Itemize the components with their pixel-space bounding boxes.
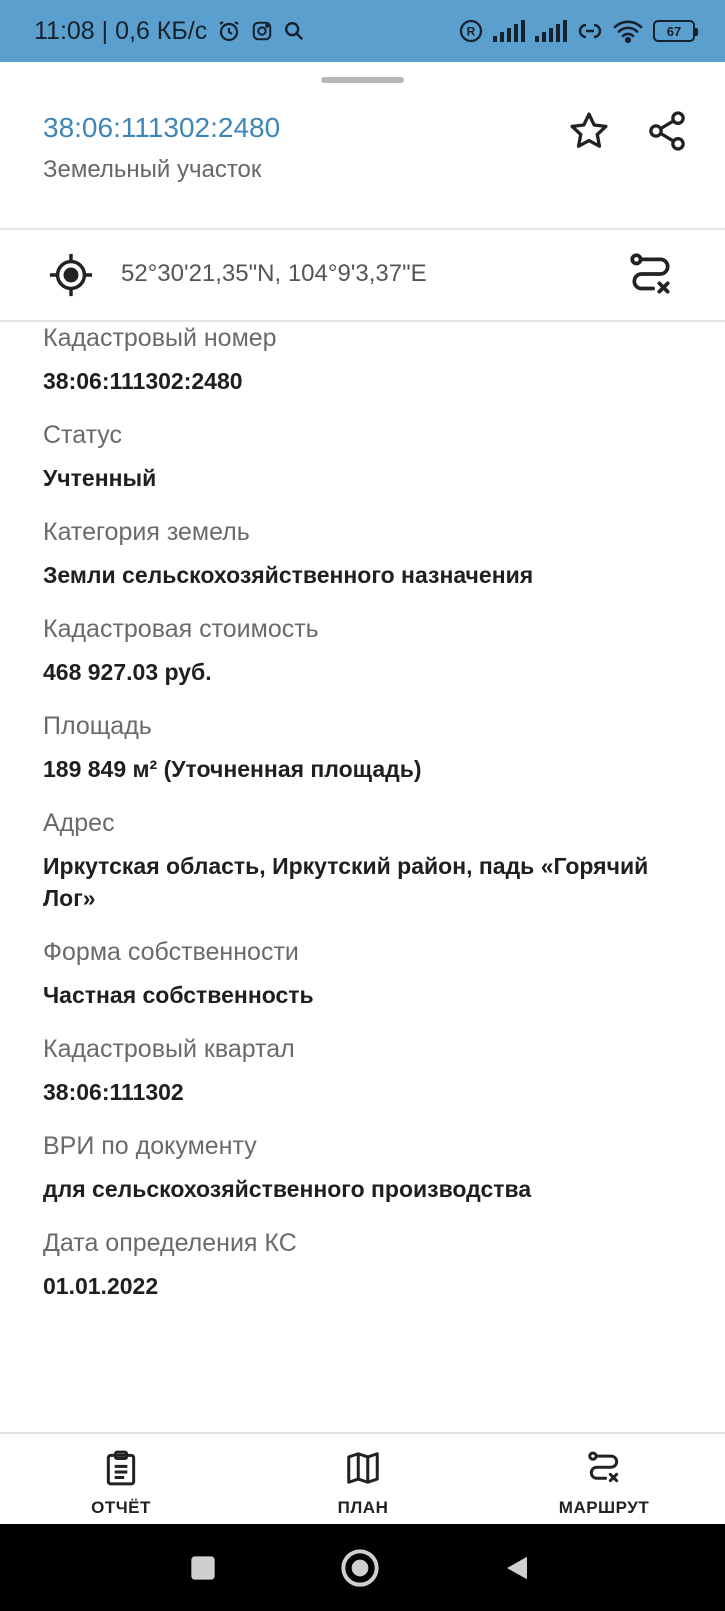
- details-list: Кадастровый номер 38:06:111302:2480 Стат…: [43, 322, 703, 1324]
- locate-target-icon[interactable]: [48, 252, 94, 298]
- favorite-button[interactable]: [566, 108, 612, 154]
- field-value: Учтенный: [43, 465, 157, 491]
- field-value: 189 849 м² (Уточненная площадь): [43, 756, 422, 782]
- coordinates-text: 52°30'21,35"N, 104°9'3,37"E: [121, 260, 427, 287]
- signal-icon-2: [535, 20, 567, 42]
- clipboard-icon: [101, 1448, 141, 1488]
- field-value: 468 927.03 руб.: [43, 659, 212, 685]
- search-icon: [283, 20, 305, 42]
- status-bar: 11:08 | 0,6 КБ/с R 67: [0, 0, 725, 62]
- field-value: Частная собственность: [43, 982, 314, 1008]
- field-label: Статус: [43, 421, 123, 449]
- coordinates-row: 52°30'21,35"N, 104°9'3,37"E: [0, 230, 725, 320]
- route-label: МАРШРУТ: [558, 1498, 650, 1517]
- field-value: 38:06:111302:2480: [43, 368, 243, 394]
- battery-icon: 67: [653, 20, 698, 42]
- route-button[interactable]: МАРШРУТ: [534, 1448, 674, 1518]
- system-nav-bar: [0, 1524, 725, 1611]
- instagram-icon: [251, 20, 273, 42]
- field-value: Иркутская область, Иркутский район, падь…: [43, 853, 649, 911]
- recents-button[interactable]: [183, 1548, 223, 1588]
- field-label: Кадастровый квартал: [43, 1035, 295, 1063]
- route-icon: [584, 1448, 624, 1488]
- route-cancel-button[interactable]: [626, 250, 676, 300]
- map-icon: [343, 1448, 383, 1488]
- field-value: 01.01.2022: [43, 1273, 159, 1299]
- alarm-icon: [217, 19, 241, 43]
- plan-label: ПЛАН: [337, 1498, 389, 1517]
- field-label: Кадастровая стоимость: [43, 615, 319, 643]
- wifi-icon: [613, 19, 643, 43]
- roaming-icon: R: [459, 19, 483, 43]
- field-permitted-use: ВРИ по документу для сельскохозяйственно…: [43, 1130, 703, 1205]
- field-value: Земли сельскохозяйственного назначения: [43, 562, 534, 588]
- field-label: Категория земель: [43, 518, 250, 546]
- page-title: 38:06:111302:2480: [43, 112, 281, 143]
- svg-text:R: R: [467, 25, 476, 39]
- field-status: Статус Учтенный: [43, 419, 703, 494]
- signal-icon-1: [493, 20, 525, 42]
- share-button[interactable]: [644, 108, 690, 154]
- field-label: Дата определения КС: [43, 1229, 297, 1257]
- sheet-drag-handle[interactable]: [321, 77, 404, 83]
- field-value: для сельскохозяйственного производства: [43, 1176, 532, 1202]
- field-valuation-date: Дата определения КС 01.01.2022: [43, 1227, 703, 1302]
- field-label: Адрес: [43, 809, 115, 837]
- field-label: Площадь: [43, 712, 152, 740]
- home-button[interactable]: [340, 1548, 380, 1588]
- link-icon: [577, 20, 603, 42]
- star-icon: [570, 112, 608, 148]
- home-circle-icon: [341, 1549, 379, 1587]
- bottom-action-bar: ОТЧЁТ ПЛАН МАРШРУТ: [0, 1432, 725, 1524]
- back-button[interactable]: [497, 1548, 537, 1588]
- report-label: ОТЧЁТ: [91, 1498, 151, 1517]
- field-land-category: Категория земель Земли сельскохозяйствен…: [43, 516, 703, 591]
- field-label: Кадастровый номер: [43, 324, 277, 352]
- status-time-speed: 11:08 | 0,6 КБ/с: [34, 16, 208, 45]
- field-address: Адрес Иркутская область, Иркутский район…: [43, 807, 703, 914]
- square-icon: [191, 1556, 215, 1580]
- field-ownership-form: Форма собственности Частная собственност…: [43, 936, 703, 1011]
- page-subtitle: Земельный участок: [43, 156, 262, 183]
- field-label: Форма собственности: [43, 938, 299, 966]
- field-value: 38:06:111302: [43, 1079, 184, 1105]
- field-label: ВРИ по документу: [43, 1132, 257, 1160]
- field-cadastral-number: Кадастровый номер 38:06:111302:2480: [43, 322, 703, 397]
- field-area: Площадь 189 849 м² (Уточненная площадь): [43, 710, 703, 785]
- share-icon: [649, 111, 685, 151]
- report-button[interactable]: ОТЧЁТ: [51, 1448, 191, 1518]
- field-cadastral-value: Кадастровая стоимость 468 927.03 руб.: [43, 613, 703, 688]
- field-cadastral-quarter: Кадастровый квартал 38:06:111302: [43, 1033, 703, 1108]
- route-x-icon: [630, 253, 670, 294]
- plan-button[interactable]: ПЛАН: [293, 1448, 433, 1518]
- back-triangle-icon: [507, 1556, 527, 1580]
